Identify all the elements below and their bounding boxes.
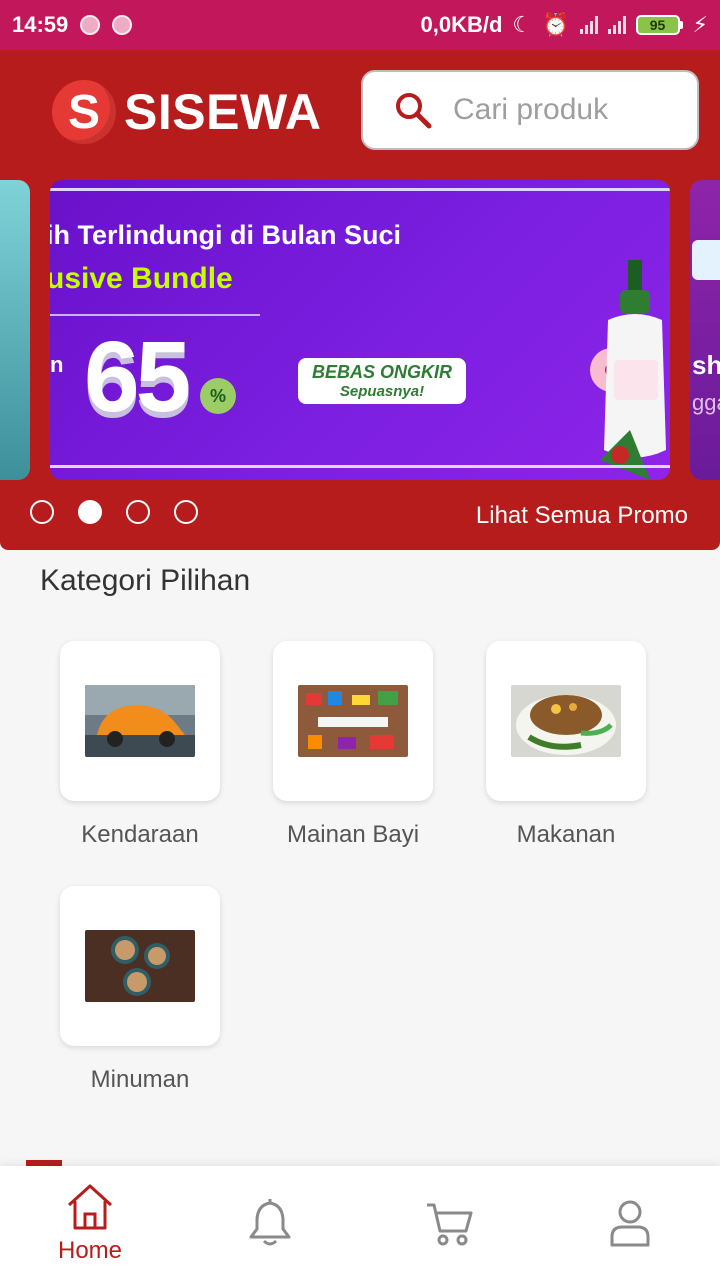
battery-level: 95 [635, 15, 680, 35]
nav-home[interactable]: Home [0, 1166, 180, 1280]
banner-headline: ih Terlindungi di Bulan Suci [50, 220, 401, 250]
cart-icon [427, 1203, 473, 1246]
nav-home-label: Home [57, 1237, 123, 1264]
free-shipping-title: BEBAS ONGKIR [311, 362, 452, 382]
banner-divider [50, 314, 260, 316]
signal-4g-icon [579, 16, 598, 34]
carousel-dot-active[interactable] [78, 500, 102, 524]
alarm-icon: ⏰ [542, 12, 570, 37]
banner-discount-prefix: n [50, 352, 64, 377]
bottom-navigation: Home [0, 1166, 720, 1280]
banner-subheadline: usive Bundle [50, 262, 233, 295]
carousel-indicator [30, 500, 198, 524]
category-mainan-bayi[interactable]: Mainan Bayi [273, 641, 433, 849]
notification-dot-icon [80, 15, 101, 35]
category-minuman[interactable]: Minuman [60, 886, 220, 1094]
soap-bottle-image [590, 260, 666, 480]
nav-cart[interactable] [360, 1166, 540, 1280]
category-label: Kendaraan [81, 821, 199, 848]
free-shipping-badge: BEBAS ONGKIR Sepuasnya! [298, 358, 466, 404]
category-label: Mainan Bayi [286, 821, 420, 848]
carousel-dot[interactable] [126, 500, 150, 524]
coffee-photo [85, 930, 195, 1002]
banner-next[interactable]: sh gga [690, 180, 720, 480]
signal-icon [607, 16, 626, 34]
app-logo: S SISEWA [52, 80, 321, 144]
battery-icon: 95 [635, 15, 683, 35]
status-bar: 14:59 0,0KB/d ☾ ⏰ 95 ⚡ [0, 0, 720, 50]
car-photo [85, 685, 195, 757]
status-time: 14:59 [12, 12, 69, 37]
category-makanan[interactable]: Makanan [486, 641, 646, 849]
banner-discount-unit: % [200, 378, 236, 414]
app-screen: 14:59 0,0KB/d ☾ ⏰ 95 ⚡ S SISEWA Cari pro… [0, 0, 720, 1280]
carousel-dot[interactable] [30, 500, 54, 524]
charging-icon: ⚡ [692, 12, 708, 37]
toys-photo [298, 685, 408, 757]
profile-icon [610, 1200, 650, 1247]
category-card[interactable] [273, 641, 433, 801]
see-all-promo-link[interactable]: Lihat Semua Promo [476, 502, 688, 530]
carousel-dot[interactable] [174, 500, 198, 524]
category-label: Minuman [90, 1066, 190, 1093]
logo-mark: S [52, 80, 116, 144]
banner-previous[interactable] [0, 180, 30, 480]
moon-icon: ☾ [512, 12, 533, 37]
next-banner-text: sh [692, 350, 720, 380]
category-card[interactable] [60, 641, 220, 801]
next-banner-subtext: gga [692, 390, 720, 415]
food-photo [511, 685, 621, 757]
free-shipping-subtitle: Sepuasnya! [339, 383, 425, 400]
nav-profile[interactable] [540, 1166, 720, 1280]
category-card[interactable] [486, 641, 646, 801]
search-icon [396, 93, 432, 129]
notification-dot-icon [112, 15, 133, 35]
home-icon [67, 1184, 113, 1230]
category-card[interactable] [60, 886, 220, 1046]
category-kendaraan[interactable]: Kendaraan [60, 641, 220, 849]
search-input[interactable]: Cari produk [361, 70, 699, 150]
category-section-title: Kategori Pilihan [40, 564, 251, 597]
logo-text: SISEWA [124, 84, 322, 140]
search-placeholder: Cari produk [453, 93, 609, 126]
category-label: Makanan [516, 821, 616, 848]
nav-notifications[interactable] [180, 1166, 360, 1280]
bell-icon [249, 1199, 291, 1246]
app-header: S SISEWA Cari produk ih Terlindungi di B… [0, 50, 720, 550]
network-speed: 0,0KB/d [420, 12, 503, 37]
banner-discount-value: 65 [84, 321, 191, 433]
promo-banner[interactable]: ih Terlindungi di Bulan Suci usive Bundl… [50, 180, 670, 480]
